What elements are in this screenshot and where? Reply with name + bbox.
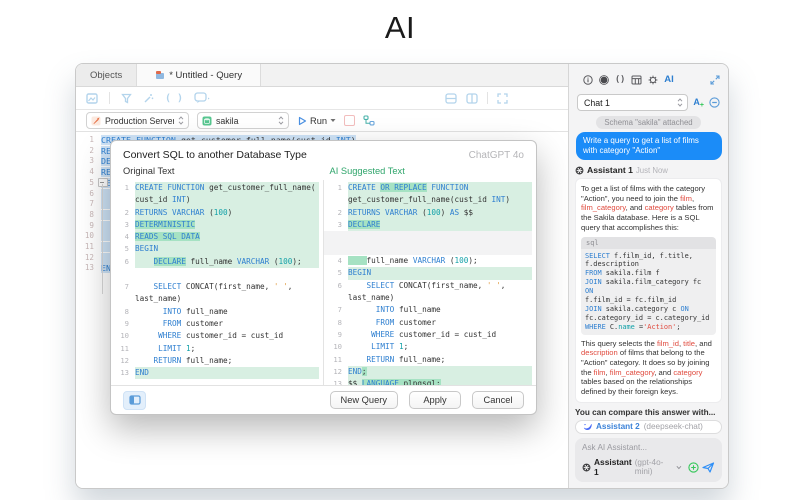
fold-scope-line: [102, 184, 103, 294]
assistant-message-card: To get a list of films with the category…: [575, 178, 722, 403]
selected-model: (gpt-4o-mini): [634, 458, 664, 476]
ask-ai-input[interactable]: Ask AI Assistant... Assistant 1 (gpt-4o-…: [575, 438, 722, 482]
input-assistant-row: Assistant 1 (gpt-4o-mini): [582, 457, 715, 477]
assistant-2-name: Assistant 2: [596, 422, 640, 432]
toolbar-separator: [487, 92, 488, 104]
dialog-title: Convert SQL to another Database Type: [123, 149, 307, 161]
diff-view: 1 CREATE FUNCTION get_customer_full_name(…: [111, 180, 536, 385]
stop-button[interactable]: [344, 115, 356, 126]
code-body: SELECT f.film_id, f.title, f.description…: [581, 248, 716, 335]
stepper-icon: [278, 116, 284, 125]
chevron-down-icon: [676, 465, 682, 469]
database-select[interactable]: sakila: [197, 112, 289, 129]
remove-chat-icon[interactable]: [709, 97, 720, 108]
assistant-message-header: Assistant 1 Just Now: [575, 165, 722, 175]
tab-objects-label: Objects: [90, 69, 123, 81]
chat-name: Chat 1: [584, 97, 610, 108]
console-icon[interactable]: [599, 74, 609, 85]
fullscreen-icon[interactable]: [497, 92, 508, 104]
stepper-icon: [178, 116, 184, 125]
expand-panel-icon[interactable]: [710, 74, 720, 85]
user-message-bubble: Write a query to get a list of films wit…: [576, 132, 722, 160]
run-icon: [298, 116, 307, 125]
openai-icon: [575, 166, 584, 175]
tab-bar: Objects * Untitled - Query: [76, 64, 568, 87]
compare-label: You can compare this answer with...: [575, 407, 716, 417]
database-name: sakila: [216, 115, 239, 126]
deepseek-icon: [583, 423, 592, 431]
database-icon: [202, 116, 212, 126]
schema-attachment-pill: Schema "sakila" attached: [596, 116, 701, 129]
tab-objects[interactable]: Objects: [76, 64, 138, 86]
original-text-header: Original Text: [123, 166, 175, 176]
selected-assistant[interactable]: Assistant 1: [594, 457, 632, 477]
stepper-icon: [678, 98, 683, 107]
run-button[interactable]: Run: [297, 116, 336, 126]
ai-assistant-panel: () AI Chat 1 A+ Schema "sakila" attached…: [568, 64, 728, 488]
toolbar-separator: [109, 92, 110, 104]
send-icon[interactable]: [702, 461, 715, 473]
chat-selector-row: Chat 1 A+: [569, 91, 728, 111]
query-toolbar: ( ): [76, 87, 568, 110]
tab-untitled-query[interactable]: * Untitled - Query: [137, 64, 262, 86]
compare-assistant-2-button[interactable]: Assistant 2 (deepseek-chat): [575, 419, 722, 434]
dialog-header: Convert SQL to another Database Type Cha…: [111, 141, 536, 163]
table-structure-icon[interactable]: [631, 75, 642, 85]
input-placeholder: Ask AI Assistant...: [582, 443, 648, 452]
sql-code-block: sql SELECT f.film_id, f.title, f.descrip…: [581, 236, 716, 335]
server-icon: [91, 116, 101, 126]
fold-toggle-icon[interactable]: [98, 178, 108, 187]
assistant-2-model: (deepseek-chat): [643, 422, 703, 432]
filter-icon[interactable]: [121, 93, 132, 104]
braces-icon[interactable]: ( ): [165, 93, 183, 104]
dialog-column-headers: Original Text AI Suggested Text: [111, 163, 536, 180]
openai-icon: [582, 463, 591, 472]
assistant-name: Assistant 1: [587, 165, 633, 175]
dialog-model-label: ChatGPT 4o: [468, 149, 524, 161]
convert-sql-dialog: Convert SQL to another Database Type Cha…: [110, 140, 537, 415]
split-vertical-icon[interactable]: [466, 92, 478, 104]
apply-button[interactable]: Apply: [409, 391, 461, 409]
split-horizontal-icon[interactable]: [445, 92, 457, 104]
cancel-button[interactable]: Cancel: [472, 391, 524, 409]
toggle-sidebar-icon[interactable]: [123, 390, 146, 410]
code-language-label: sql: [581, 236, 716, 249]
suggested-sql-pane: 1 CREATE OR REPLACE FUNCTION get_customer…: [323, 180, 536, 385]
ai-panel-tab[interactable]: AI: [664, 74, 674, 85]
add-assistant-icon[interactable]: A+: [693, 98, 704, 110]
query-doc-icon: [155, 70, 165, 80]
explain-plan-icon[interactable]: [363, 115, 375, 126]
server-name: Production Server: [105, 115, 174, 126]
run-label: Run: [310, 115, 328, 126]
page-title: AI: [384, 10, 416, 45]
ai-suggested-text-header: AI Suggested Text: [329, 166, 405, 176]
dialog-footer: New Query Apply Cancel: [111, 385, 536, 414]
layout-icons: [445, 92, 508, 104]
tab-bar-empty: [261, 64, 568, 86]
chat-messages: Schema "sakila" attached Write a query t…: [569, 111, 728, 434]
info-icon[interactable]: [583, 74, 593, 85]
query-params-icon[interactable]: (): [615, 75, 625, 85]
server-select[interactable]: Production Server: [86, 112, 189, 129]
original-sql-pane: 1 CREATE FUNCTION get_customer_full_name(…: [111, 180, 323, 385]
export-icon[interactable]: [86, 92, 98, 104]
chat-select[interactable]: Chat 1: [577, 94, 689, 111]
new-query-button[interactable]: New Query: [329, 391, 398, 409]
run-dropdown-icon: [330, 119, 336, 122]
add-context-icon[interactable]: [688, 461, 699, 473]
tab-untitled-query-label: * Untitled - Query: [169, 69, 243, 81]
format-wand-icon[interactable]: [143, 93, 154, 104]
settings-gear-icon[interactable]: [648, 75, 658, 85]
connection-bar: Production Server sakila Run: [76, 110, 568, 132]
ai-assistant-toolbar-icon[interactable]: [194, 92, 210, 104]
panel-tab-icons: () AI: [569, 64, 728, 91]
message-timestamp: Just Now: [635, 165, 668, 175]
answer-paragraph-1: To get a list of films with the category…: [581, 184, 714, 232]
answer-paragraph-2: This query selects the film_id, title, a…: [581, 338, 712, 397]
